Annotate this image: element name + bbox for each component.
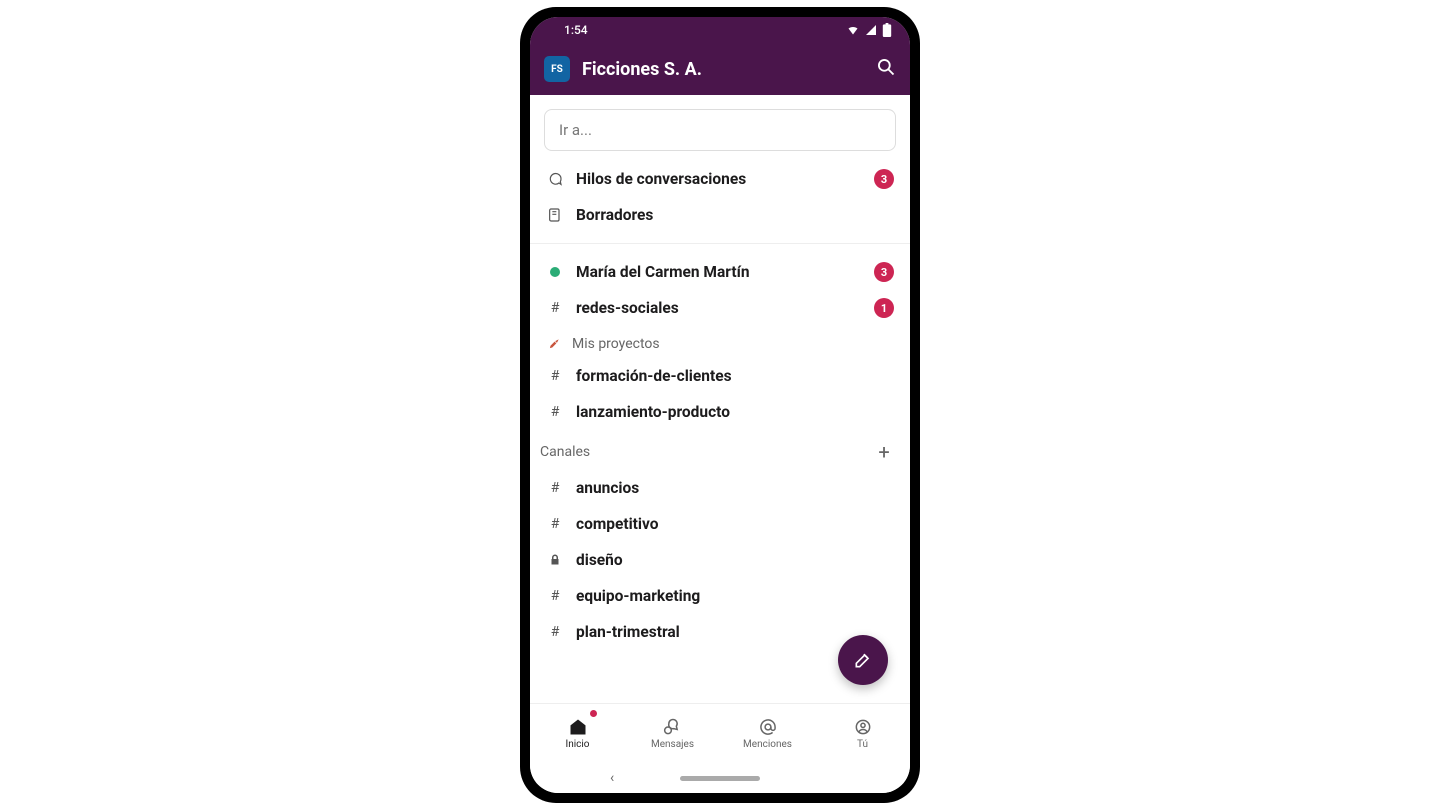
drafts-icon [546, 207, 564, 223]
jump-placeholder: Ir a... [559, 121, 592, 139]
channel-item-badge: 1 [874, 298, 894, 318]
channel-item[interactable]: # competitivo [530, 506, 910, 542]
cellular-icon [864, 24, 878, 36]
status-time: 1:54 [564, 23, 588, 37]
add-channel-button[interactable]: + [872, 440, 896, 464]
phone-frame: 1:54 FS Ficciones S. A. Ir a... [520, 7, 920, 803]
channel-item[interactable]: # anuncios [530, 470, 910, 506]
you-icon [853, 717, 873, 737]
messages-icon [663, 717, 683, 737]
wifi-icon [846, 24, 860, 36]
channel-item-label: anuncios [576, 479, 894, 497]
presence-icon [546, 267, 564, 277]
channel-item-label: lanzamiento-producto [576, 403, 894, 421]
hash-icon: # [546, 300, 564, 316]
channel-item-label: formación-de-clientes [576, 367, 894, 385]
workspace-avatar[interactable]: FS [544, 56, 570, 82]
rocket-icon [546, 337, 562, 351]
nav-you[interactable]: Tú [815, 704, 910, 763]
battery-icon [882, 23, 892, 37]
dm-item-label: María del Carmen Martín [576, 263, 862, 281]
hash-icon: # [546, 624, 564, 640]
compose-fab[interactable] [838, 635, 888, 685]
gesture-pill[interactable] [680, 776, 760, 781]
home-icon [568, 717, 588, 737]
hash-icon: # [546, 516, 564, 532]
jump-to-input[interactable]: Ir a... [544, 109, 896, 151]
channel-item-label: diseño [576, 551, 894, 569]
nav-drafts-label: Borradores [576, 206, 894, 224]
mentions-icon [758, 717, 778, 737]
app-header: FS Ficciones S. A. [530, 43, 910, 95]
compose-icon [853, 650, 873, 670]
channel-item-label: plan-trimestral [576, 623, 894, 641]
channel-item-label: redes-sociales [576, 299, 862, 317]
channel-item[interactable]: # formación-de-clientes [530, 358, 910, 394]
section-channels[interactable]: Canales + [530, 430, 910, 470]
hash-icon: # [546, 368, 564, 384]
nav-threads[interactable]: Hilos de conversaciones 3 [530, 161, 910, 197]
section-channels-label: Canales [540, 444, 862, 460]
nav-home[interactable]: Inicio [530, 704, 625, 763]
section-projects[interactable]: Mis proyectos [530, 326, 910, 358]
workspace-title[interactable]: Ficciones S. A. [582, 59, 864, 80]
back-icon[interactable]: ‹ [610, 770, 614, 786]
android-nav-bar: ‹ [530, 763, 910, 793]
bottom-nav: Inicio Mensajes Menciones Tú [530, 703, 910, 763]
hash-icon: # [546, 588, 564, 604]
channel-item-label: competitivo [576, 515, 894, 533]
nav-drafts[interactable]: Borradores [530, 197, 910, 233]
channel-item-unread[interactable]: # redes-sociales 1 [530, 290, 910, 326]
channel-item[interactable]: # lanzamiento-producto [530, 394, 910, 430]
dm-item-badge: 3 [874, 262, 894, 282]
divider [530, 243, 910, 244]
content-scroll[interactable]: Ir a... Hilos de conversaciones 3 Borrad… [530, 95, 910, 703]
nav-mentions[interactable]: Menciones [720, 704, 815, 763]
nav-dms-label: Mensajes [651, 739, 694, 750]
section-projects-label: Mis proyectos [572, 336, 894, 352]
hash-icon: # [546, 404, 564, 420]
android-status-bar: 1:54 [530, 17, 910, 43]
hash-icon: # [546, 480, 564, 496]
channel-item[interactable]: diseño [530, 542, 910, 578]
channel-item-label: equipo-marketing [576, 587, 894, 605]
nav-home-dot [590, 710, 597, 717]
dm-item[interactable]: María del Carmen Martín 3 [530, 254, 910, 290]
status-icons [846, 23, 892, 37]
nav-mentions-label: Menciones [743, 739, 792, 750]
lock-icon [546, 554, 564, 566]
nav-you-label: Tú [857, 739, 868, 750]
nav-dms[interactable]: Mensajes [625, 704, 720, 763]
nav-home-label: Inicio [565, 739, 589, 750]
nav-threads-label: Hilos de conversaciones [576, 170, 862, 188]
nav-threads-badge: 3 [874, 169, 894, 189]
channel-item[interactable]: # equipo-marketing [530, 578, 910, 614]
screen: 1:54 FS Ficciones S. A. Ir a... [530, 17, 910, 793]
search-icon[interactable] [876, 57, 896, 81]
threads-icon [546, 171, 564, 187]
